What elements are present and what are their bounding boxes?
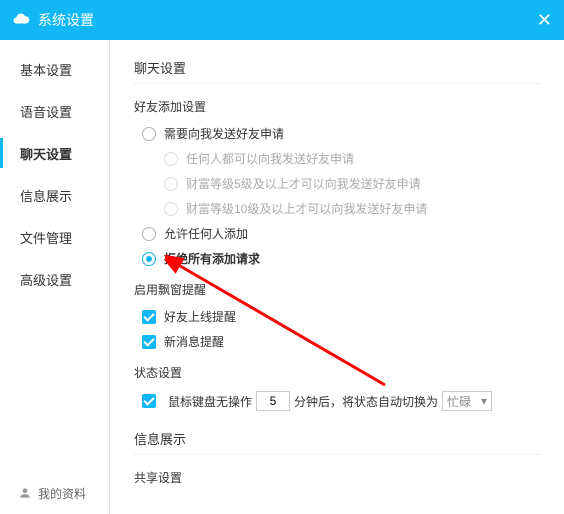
popup-title: 启用飘窗提醒	[134, 281, 540, 298]
sidebar-profile[interactable]: 我的资料	[0, 472, 109, 514]
titlebar: 系统设置 ✕	[0, 0, 564, 40]
window-title: 系统设置	[38, 10, 94, 30]
checkbox-icon[interactable]	[142, 394, 156, 408]
radio-sub-level5: 财富等级5级及以上才可以向我发送好友申请	[164, 175, 540, 192]
sidebar-item-advanced[interactable]: 高级设置	[0, 258, 109, 300]
radio-label: 拒绝所有添加请求	[164, 250, 260, 267]
sidebar: 基本设置 语音设置 聊天设置 信息展示 文件管理 高级设置 我的资料	[0, 40, 110, 514]
sidebar-item-files[interactable]: 文件管理	[0, 216, 109, 258]
radio-icon	[142, 127, 156, 141]
section-info-header: 信息展示	[134, 429, 540, 455]
settings-window: 系统设置 ✕ 基本设置 语音设置 聊天设置 信息展示 文件管理 高级设置 我的资…	[0, 0, 564, 514]
checkbox-label: 新消息提醒	[164, 333, 224, 350]
window-body: 基本设置 语音设置 聊天设置 信息展示 文件管理 高级设置 我的资料 聊天设置 …	[0, 40, 564, 514]
radio-icon	[164, 177, 178, 191]
sidebar-item-voice[interactable]: 语音设置	[0, 90, 109, 132]
section-chat-header: 聊天设置	[134, 58, 540, 84]
content: 聊天设置 好友添加设置 需要向我发送好友申请 任何人都可以向我发送好友申请 财富…	[110, 40, 564, 514]
sidebar-profile-label: 我的资料	[38, 485, 86, 502]
checkbox-label: 好友上线提醒	[164, 308, 236, 325]
check-friend-online[interactable]: 好友上线提醒	[142, 308, 540, 325]
radio-sub-anyone: 任何人都可以向我发送好友申请	[164, 150, 540, 167]
section-share-header: 共享设置	[134, 469, 540, 486]
radio-label: 财富等级5级及以上才可以向我发送好友申请	[186, 175, 421, 192]
radio-sub-level10: 财富等级10级及以上才可以向我发送好友申请	[164, 200, 540, 217]
radio-label: 任何人都可以向我发送好友申请	[186, 150, 354, 167]
radio-icon	[164, 152, 178, 166]
radio-label: 需要向我发送好友申请	[164, 125, 284, 142]
chevron-down-icon: ▾	[481, 394, 487, 408]
radio-reject-all[interactable]: 拒绝所有添加请求	[142, 250, 540, 267]
sidebar-item-chat[interactable]: 聊天设置	[0, 132, 109, 174]
sidebar-item-info[interactable]: 信息展示	[0, 174, 109, 216]
radio-require-request[interactable]: 需要向我发送好友申请	[142, 125, 540, 142]
status-mid: 分钟后，将状态自动切换为	[294, 393, 438, 410]
friend-add-title: 好友添加设置	[134, 98, 540, 115]
radio-label: 允许任何人添加	[164, 225, 248, 242]
status-row: 鼠标键盘无操作 分钟后，将状态自动切换为 忙碌 ▾	[142, 391, 540, 411]
status-select[interactable]: 忙碌 ▾	[442, 391, 492, 411]
checkbox-icon	[142, 335, 156, 349]
cloud-icon	[12, 10, 30, 31]
close-icon[interactable]: ✕	[537, 10, 552, 31]
radio-icon	[164, 202, 178, 216]
status-select-value: 忙碌	[447, 393, 471, 410]
checkbox-icon	[142, 310, 156, 324]
check-new-message[interactable]: 新消息提醒	[142, 333, 540, 350]
status-prefix: 鼠标键盘无操作	[168, 393, 252, 410]
radio-icon	[142, 227, 156, 241]
radio-icon	[142, 252, 156, 266]
status-title: 状态设置	[134, 364, 540, 381]
person-icon	[18, 486, 32, 500]
sidebar-item-basic[interactable]: 基本设置	[0, 48, 109, 90]
radio-allow-anyone[interactable]: 允许任何人添加	[142, 225, 540, 242]
radio-label: 财富等级10级及以上才可以向我发送好友申请	[186, 200, 427, 217]
idle-minutes-input[interactable]	[256, 391, 290, 411]
